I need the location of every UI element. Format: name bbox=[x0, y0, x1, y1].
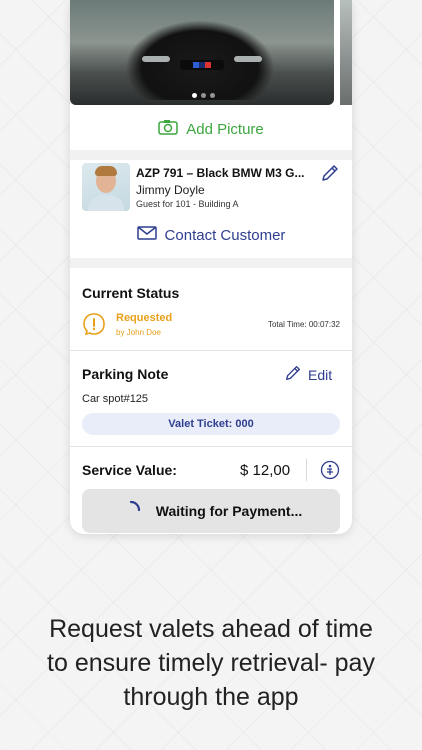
total-time: Total Time: 00:07:32 bbox=[267, 320, 340, 329]
camera-icon bbox=[158, 119, 178, 139]
edit-label: Edit bbox=[308, 366, 333, 383]
waiting-payment-label: Waiting for Payment... bbox=[155, 503, 303, 519]
spinner-icon bbox=[120, 499, 142, 524]
edit-parking-note-button[interactable]: Edit bbox=[284, 364, 332, 385]
contact-customer-label: Contact Customer bbox=[164, 226, 286, 244]
parking-note-title: Parking Note bbox=[82, 366, 169, 382]
edit-vehicle-button[interactable] bbox=[320, 163, 340, 183]
mail-icon bbox=[136, 226, 157, 244]
marketing-caption: Request valets ahead of time to ensure t… bbox=[0, 612, 422, 714]
guest-name: Jimmy Doyle bbox=[136, 183, 205, 197]
caption-line: Request valets ahead of time bbox=[49, 615, 373, 643]
service-value-price: $ 12,00 bbox=[240, 462, 291, 479]
valet-detail-card: Add Picture AZP 791 – Black BMW M3 G... … bbox=[70, 0, 352, 534]
current-status-title: Current Status bbox=[82, 285, 180, 301]
info-icon bbox=[320, 460, 340, 484]
carousel-dot[interactable] bbox=[201, 93, 206, 98]
divider bbox=[70, 350, 352, 351]
status-alert-icon bbox=[82, 312, 106, 336]
valet-ticket-badge: Valet Ticket: 000 bbox=[82, 413, 340, 435]
pencil-icon bbox=[320, 165, 340, 187]
caption-line: through the app bbox=[123, 683, 299, 711]
divider bbox=[306, 459, 307, 481]
contact-customer-button[interactable]: Contact Customer bbox=[70, 222, 352, 248]
parking-note-text: Car spot#125 bbox=[82, 393, 149, 405]
price-info-button[interactable] bbox=[320, 460, 340, 480]
waiting-payment-button[interactable]: Waiting for Payment... bbox=[82, 489, 340, 533]
vehicle-title: AZP 791 – Black BMW M3 G... bbox=[136, 166, 305, 180]
avatar bbox=[82, 163, 130, 211]
divider bbox=[70, 258, 352, 268]
vehicle-photo[interactable] bbox=[70, 0, 334, 105]
divider bbox=[70, 150, 352, 160]
carousel-dot-active[interactable] bbox=[192, 93, 197, 98]
add-picture-button[interactable]: Add Picture bbox=[70, 112, 352, 146]
caption-line: to ensure timely retrieval- pay bbox=[47, 649, 375, 677]
divider bbox=[70, 446, 352, 447]
carousel-dots bbox=[192, 93, 215, 98]
carousel-dot[interactable] bbox=[210, 93, 215, 98]
guest-info: Guest for 101 - Building A bbox=[136, 199, 239, 209]
pencil-icon bbox=[284, 364, 302, 385]
add-picture-label: Add Picture bbox=[186, 120, 264, 138]
service-value-label: Service Value: bbox=[82, 462, 177, 478]
status-by: by John Doe bbox=[116, 328, 161, 337]
next-photo-preview[interactable] bbox=[340, 0, 352, 105]
status-value: Requested bbox=[116, 312, 173, 324]
